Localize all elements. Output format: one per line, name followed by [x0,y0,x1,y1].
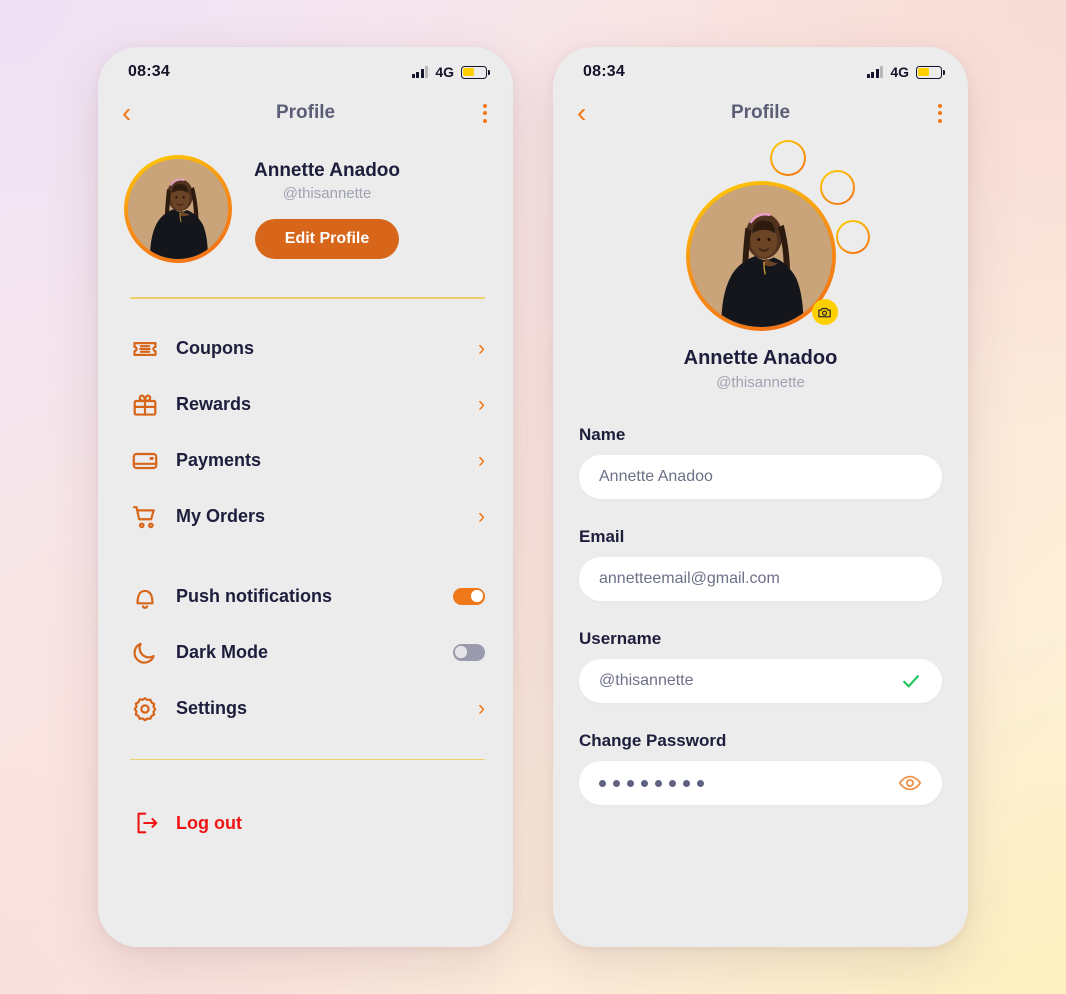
page-title: Profile [275,102,336,123]
push-notifications-toggle[interactable] [453,588,485,605]
gift-icon [130,390,160,420]
menu-item-my-orders[interactable]: My Orders › [130,489,485,545]
edit-profile-handle: @thisannette [716,374,805,391]
nav-bar-right: ‹ Profile [553,89,968,137]
bubble-circle-icon [770,140,806,176]
menu-item-label: Settings [176,698,248,718]
user-avatar-photo [128,159,228,259]
menu-item-settings[interactable]: Settings › [130,681,485,737]
menu-item-label: Push notifications [176,586,333,606]
network-label: 4G [890,64,909,80]
status-bar-right: 08:34 4G [553,47,968,89]
more-vertical-icon[interactable] [483,103,487,123]
field-box[interactable] [579,659,942,703]
card-icon [130,446,160,476]
menu-spacer [130,545,485,569]
signal-bars-icon [866,66,884,78]
status-time: 08:34 [583,63,625,80]
chevron-right-icon: › [478,697,485,720]
more-vertical-icon[interactable] [938,103,942,123]
field-email: Email [579,527,942,601]
menu-item-payments[interactable]: Payments › [130,433,485,489]
avatar-with-camera [685,181,838,331]
cart-icon [130,502,160,532]
edit-profile-form: Name Email Username [553,391,968,805]
menu-item-label: Payments [176,450,262,470]
field-box[interactable] [579,761,942,805]
name-input[interactable] [599,468,922,486]
password-masked-value[interactable] [599,779,898,787]
menu-item-dark-mode[interactable]: Dark Mode [130,625,485,681]
screens-container: 08:34 4G ‹ Profile Annette Anadoo @thisa… [0,0,1066,994]
menu-item-push-notifications[interactable]: Push notifications [130,569,485,625]
field-label: Name [579,425,626,444]
logout-button[interactable]: Log out [98,760,513,838]
menu-item-label: Rewards [176,394,252,414]
status-indicators: 4G [411,64,491,80]
chevron-right-icon: › [478,393,485,416]
field-box[interactable] [579,557,942,601]
chevron-right-icon: › [478,505,485,528]
dark-mode-toggle[interactable] [453,644,485,661]
chevron-right-icon: › [478,337,485,360]
field-name: Name [579,425,942,499]
field-label: Change Password [579,731,727,750]
chevron-left-icon[interactable]: ‹ [577,99,601,127]
menu-item-label: My Orders [176,506,266,526]
username-input[interactable] [599,672,900,690]
battery-icon [916,65,946,79]
moon-icon [130,638,160,668]
menu-item-coupons[interactable]: Coupons › [130,321,485,377]
profile-identity: Annette Anadoo @thisannette Edit Profile [254,160,400,259]
page-title: Profile [730,102,791,123]
gear-icon [130,694,160,724]
profile-menu: Coupons › Rewards › Payments › My Orders… [98,299,513,737]
bell-icon [130,582,160,612]
profile-handle: @thisannette [282,184,372,202]
phone-profile-screen: 08:34 4G ‹ Profile Annette Anadoo @thisa… [98,47,513,947]
nav-bar-left: ‹ Profile [98,89,513,137]
field-change-password: Change Password [579,731,942,805]
chevron-right-icon: › [478,449,485,472]
check-icon [900,670,922,692]
signal-bars-icon [411,66,429,78]
field-label: Email [579,527,625,546]
status-bar-left: 08:34 4G [98,47,513,89]
field-label: Username [579,629,662,648]
user-avatar-photo [689,185,832,327]
ticket-icon [130,334,160,364]
menu-item-label: Coupons [176,338,254,358]
bubble-circle-icon [836,220,870,254]
field-box[interactable] [579,455,942,499]
menu-item-label: Dark Mode [176,642,269,662]
edit-profile-header: Annette Anadoo @thisannette [553,137,968,391]
eye-icon[interactable] [898,771,922,795]
logout-label: Log out [176,812,242,833]
network-label: 4G [435,64,454,80]
phone-edit-profile-screen: 08:34 4G ‹ Profile Annette Anadoo @thisa… [553,47,968,947]
logout-icon [132,808,162,838]
status-time: 08:34 [128,63,170,80]
email-input[interactable] [599,570,922,588]
status-indicators: 4G [866,64,946,80]
field-username: Username [579,629,942,703]
avatar[interactable] [124,155,232,263]
chevron-left-icon[interactable]: ‹ [122,99,146,127]
profile-name: Annette Anadoo [254,159,401,181]
edit-profile-name: Annette Anadoo [683,347,838,369]
profile-header: Annette Anadoo @thisannette Edit Profile [98,137,513,263]
battery-icon [461,65,491,79]
camera-icon[interactable] [811,299,838,325]
menu-item-rewards[interactable]: Rewards › [130,377,485,433]
edit-profile-button[interactable]: Edit Profile [254,218,400,259]
